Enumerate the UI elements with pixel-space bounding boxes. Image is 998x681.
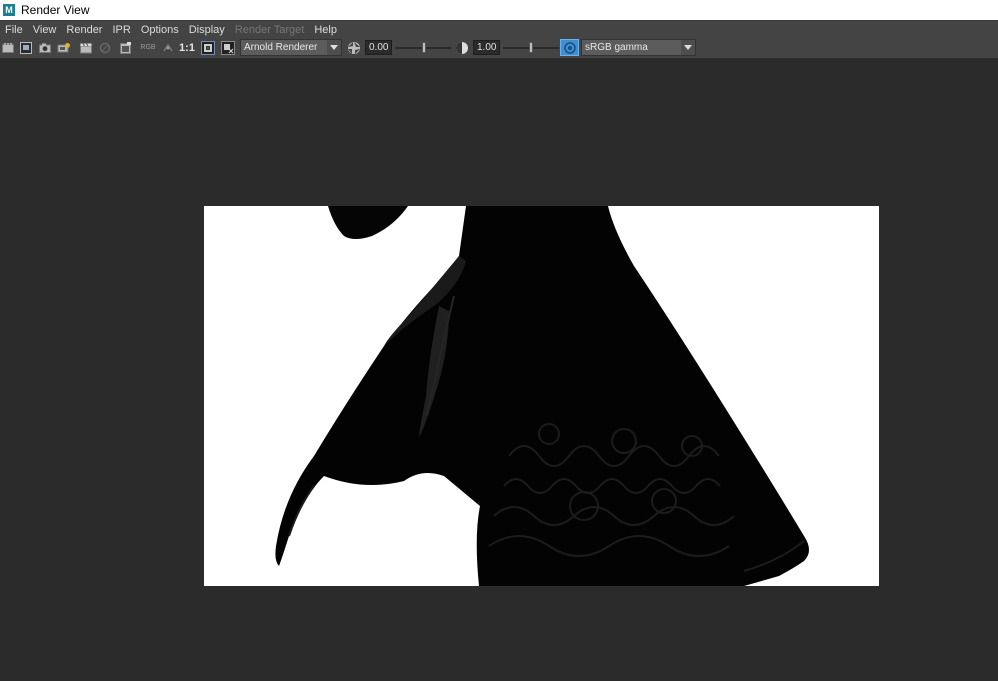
title-bar: M Render View — [0, 0, 998, 20]
exposure-slider-handle[interactable] — [422, 42, 427, 53]
chevron-down-icon — [681, 40, 695, 55]
gamma-field[interactable]: 1.00 — [473, 40, 500, 55]
menu-options[interactable]: Options — [136, 24, 184, 36]
compare-icon[interactable] — [162, 40, 174, 55]
exposure-field[interactable]: 0.00 — [365, 40, 392, 55]
color-space-value: sRGB gamma — [585, 42, 648, 53]
menu-ipr[interactable]: IPR — [107, 24, 135, 36]
color-management-toggle[interactable] — [560, 39, 579, 56]
frame-region-icon[interactable] — [221, 40, 235, 55]
exposure-icon[interactable] — [347, 40, 361, 55]
render-frame-icon[interactable] — [2, 40, 14, 55]
toolbar: RGB 1:1 Arnold Renderer 0.00 1.00 sRGB g… — [0, 37, 998, 59]
menu-render-target: Render Target — [234, 23, 305, 36]
color-space-dropdown[interactable]: sRGB gamma — [581, 39, 696, 56]
window-title: Render View — [21, 3, 90, 17]
ipr-disabled-icon — [99, 40, 111, 55]
clapper-icon[interactable] — [80, 40, 92, 55]
frame-image-icon[interactable] — [201, 40, 215, 55]
menu-display[interactable]: Display — [184, 24, 230, 36]
render-region-icon[interactable] — [20, 40, 32, 55]
menu-help[interactable]: Help — [309, 24, 342, 36]
maya-logo-icon: M — [3, 4, 15, 16]
gamma-slider-handle[interactable] — [529, 42, 533, 53]
snapshot-camera-icon[interactable] — [39, 40, 51, 55]
gamma-icon[interactable] — [455, 40, 469, 55]
rendered-image — [204, 206, 879, 586]
rgb-channels-icon[interactable]: RGB — [140, 40, 156, 55]
real-size-button[interactable]: 1:1 — [178, 40, 196, 55]
render-sequence-icon[interactable] — [57, 40, 71, 55]
menu-view[interactable]: View — [28, 24, 62, 36]
renderer-value: Arnold Renderer — [244, 42, 318, 53]
keep-image-icon[interactable] — [120, 40, 132, 55]
menu-file[interactable]: File — [0, 24, 28, 36]
menu-render[interactable]: Render — [61, 24, 107, 36]
ratio-label: 1:1 — [179, 41, 195, 54]
rgb-label: RGB — [140, 44, 156, 51]
chevron-down-icon — [327, 40, 341, 55]
renderer-dropdown[interactable]: Arnold Renderer — [240, 39, 342, 56]
menu-bar: File View Render IPR Options Display Render Ta… — [0, 20, 998, 38]
dress-silhouette-render — [275, 206, 809, 586]
